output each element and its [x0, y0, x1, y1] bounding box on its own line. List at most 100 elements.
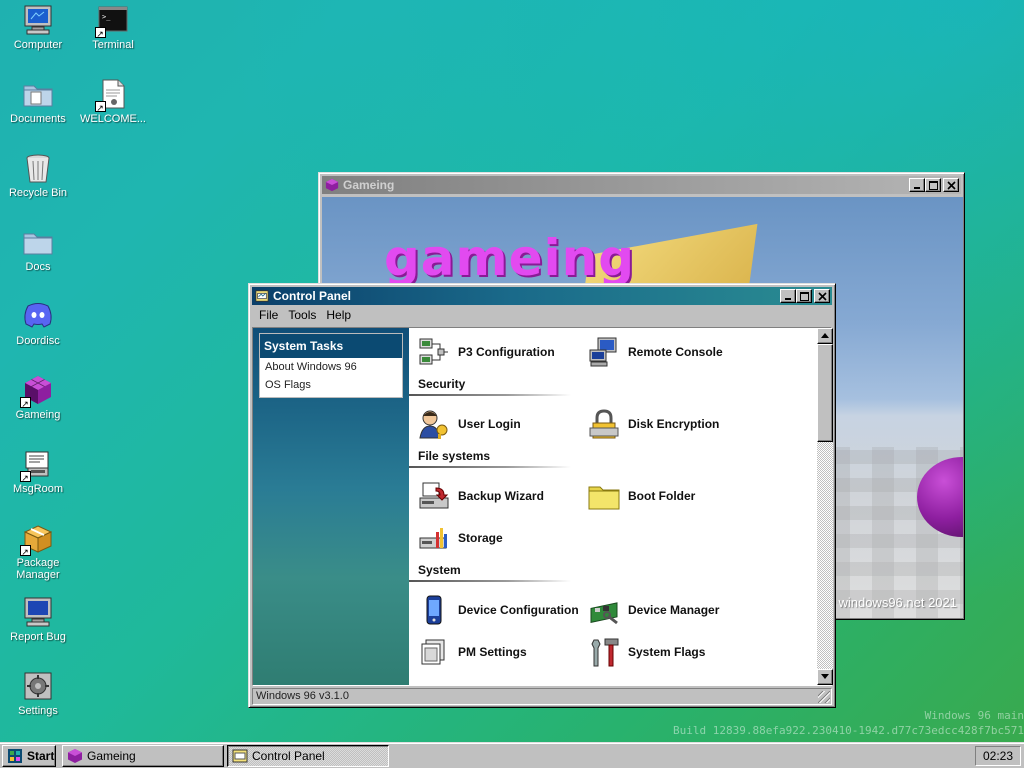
desktop-icon-label: Terminal [92, 39, 134, 51]
start-logo-icon [8, 749, 22, 763]
cp-item-label: Remote Console [628, 345, 723, 359]
desktop-icon-label: Documents [10, 113, 66, 125]
scroll-thumb[interactable] [817, 344, 833, 442]
section-file-systems-heading: File systems [418, 449, 491, 463]
cp-item-backup-wizard[interactable]: Backup Wizard [418, 480, 544, 512]
text-document-icon [95, 78, 129, 113]
system-tasks-panel: System Tasks About Windows 96 OS Flags [259, 333, 403, 398]
system-tray-clock[interactable]: 02:23 [975, 746, 1021, 766]
terminal-icon: >_ [95, 4, 129, 39]
gameing-cube-icon [325, 178, 339, 192]
scroll-down-button[interactable] [817, 669, 833, 685]
window-title: Control Panel [273, 289, 352, 303]
minimize-button[interactable] [780, 289, 796, 303]
desktop-icon-label: Settings [18, 705, 58, 717]
desktop-icon-label: Doordisc [16, 335, 60, 347]
padlock-icon [589, 409, 619, 439]
cp-item-system-flags[interactable]: System Flags [588, 636, 705, 668]
taskbar-button-gameing[interactable]: Gameing [62, 745, 224, 767]
taskbar: Start Gameing Control Panel 02:23 [0, 742, 1024, 768]
desktop-icon-report-bug[interactable]: Report Bug [0, 596, 76, 643]
settings-icon [22, 670, 54, 702]
desktop-icon-welcome[interactable]: WELCOME... [75, 78, 151, 125]
desktop-icon-package-manager[interactable]: Package Manager [0, 522, 76, 581]
vertical-scrollbar[interactable] [817, 328, 833, 685]
folder-icon [22, 226, 54, 258]
desktop-icon-msgroom[interactable]: MsgRoom [0, 448, 76, 495]
gameing-titlebar[interactable]: Gameing [322, 176, 961, 194]
cp-item-label: Storage [458, 531, 503, 545]
menu-file[interactable]: File [254, 308, 283, 322]
minimize-button[interactable] [909, 178, 925, 192]
build-line-2: Build 12839.88efa922.230410-1942.d77c73e… [673, 724, 1024, 737]
cp-item-pm-settings[interactable]: PM Settings [418, 636, 527, 668]
remote-console-icon [589, 337, 617, 367]
section-system-heading: System [418, 563, 461, 577]
maximize-button[interactable] [925, 178, 941, 192]
window-title: Gameing [343, 178, 395, 192]
desktop-icon-terminal[interactable]: >_ Terminal [75, 4, 151, 51]
section-divider [409, 580, 571, 582]
recycle-bin-icon [22, 152, 54, 184]
package-icon [20, 522, 54, 557]
device-configuration-icon [426, 595, 442, 625]
desktop-icon-settings[interactable]: Settings [0, 670, 76, 717]
maximize-button[interactable] [796, 289, 812, 303]
task-about-windows-96[interactable]: About Windows 96 [260, 358, 402, 376]
pm-settings-icon [421, 639, 445, 665]
cp-item-boot-folder[interactable]: Boot Folder [588, 480, 695, 512]
cp-item-label: P3 Configuration [458, 345, 555, 359]
taskbar-button-control-panel[interactable]: Control Panel [227, 745, 389, 767]
cp-item-user-login[interactable]: User Login [418, 408, 521, 440]
game-heading: gameing [384, 229, 636, 287]
desktop-icon-recycle-bin[interactable]: Recycle Bin [0, 152, 76, 199]
desktop-icon-gameing[interactable]: Gameing [0, 374, 76, 421]
cp-item-label: User Login [458, 417, 521, 431]
cp-item-disk-encryption[interactable]: Disk Encryption [588, 408, 719, 440]
taskbar-button-label: Gameing [87, 749, 136, 763]
scroll-up-button[interactable] [817, 328, 833, 344]
cp-item-remote-console[interactable]: Remote Console [588, 336, 723, 368]
section-security-heading: Security [418, 377, 466, 391]
cp-item-p3-configuration[interactable]: P3 Configuration [418, 336, 555, 368]
game-watermark: windows96.net 2021 [838, 595, 957, 610]
task-os-flags[interactable]: OS Flags [260, 376, 402, 397]
close-button[interactable] [943, 178, 959, 192]
start-button[interactable]: Start [2, 745, 56, 767]
control-panel-window[interactable]: Control Panel File Tools Help System Tas… [248, 283, 836, 708]
desktop-icon-label: Gameing [15, 409, 61, 421]
cp-item-storage[interactable]: Storage [418, 522, 503, 554]
desktop-icon-label: Report Bug [10, 631, 66, 643]
close-button[interactable] [814, 289, 830, 303]
status-text: Windows 96 v3.1.0 [256, 690, 349, 702]
cp-item-label: Backup Wizard [458, 489, 544, 503]
desktop-icon-documents[interactable]: Documents [0, 78, 76, 125]
system-tasks-heading: System Tasks [260, 334, 402, 358]
control-panel-icon [255, 290, 269, 302]
menu-bar: File Tools Help [252, 305, 832, 325]
control-panel-titlebar[interactable]: Control Panel [252, 287, 832, 305]
taskbar-button-label: Control Panel [252, 749, 325, 763]
section-divider [409, 394, 571, 396]
cp-item-device-configuration[interactable]: Device Configuration [418, 594, 579, 626]
desktop-icon-label: MsgRoom [12, 483, 64, 495]
cp-item-device-manager[interactable]: Device Manager [588, 594, 719, 626]
documents-folder-icon [22, 78, 54, 110]
cp-item-label: System Flags [628, 645, 706, 659]
desktop-icon-label: Docs [25, 261, 51, 273]
menu-tools[interactable]: Tools [283, 308, 321, 322]
desktop-icon-computer[interactable]: Computer [0, 4, 76, 51]
control-panel-items: P3 Configuration Remote Console Security… [409, 328, 818, 685]
desktop-icon-docs[interactable]: Docs [0, 226, 76, 273]
msgroom-icon [20, 448, 54, 483]
svg-text:>_: >_ [102, 13, 111, 21]
menu-help[interactable]: Help [321, 308, 356, 322]
report-bug-icon [22, 596, 54, 628]
control-panel-body: System Tasks About Windows 96 OS Flags P… [252, 327, 833, 686]
cp-item-label: PM Settings [458, 645, 527, 659]
cp-item-label: Device Manager [628, 603, 720, 617]
device-manager-icon [590, 602, 618, 625]
desktop-icon-doordisc[interactable]: Doordisc [0, 300, 76, 347]
doordisc-icon [22, 300, 54, 332]
resize-grip[interactable] [818, 691, 830, 703]
